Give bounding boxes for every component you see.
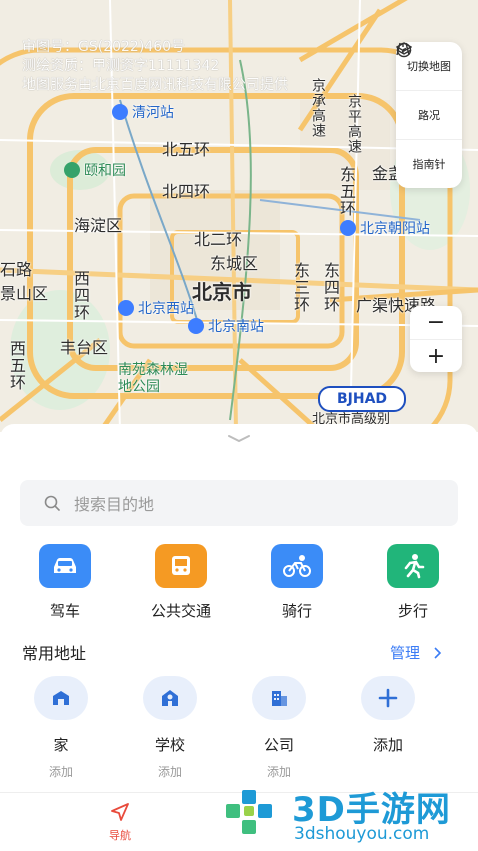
- poi-yiheyuan-label: 颐和园: [84, 163, 126, 179]
- mode-drive-button[interactable]: 驾车: [15, 544, 115, 621]
- map-label-jingping: 京平高速: [346, 94, 362, 154]
- approval-line-2: 测绘资质：甲测资字11111342: [22, 58, 220, 74]
- poi-qinghe-label: 清河站: [132, 105, 174, 121]
- map-view[interactable]: 审图号：GS(2022)460号 测绘资质：甲测资字11111342 地图服务由…: [0, 0, 478, 432]
- zoom-control: − +: [410, 306, 462, 372]
- map-label-haidian: 海淀区: [74, 216, 123, 235]
- mode-bike-label: 骑行: [281, 602, 312, 620]
- school-icon: [143, 676, 197, 720]
- map-label-north5: 北五环: [162, 140, 211, 159]
- poi-chaoyang-label: 北京朝阳站: [360, 221, 430, 237]
- mode-walk-label: 步行: [397, 602, 428, 620]
- map-label-shi-road: 石路: [0, 260, 33, 279]
- home-icon: [34, 676, 88, 720]
- compass-label: 指南针: [412, 158, 446, 171]
- plus-icon: [361, 676, 415, 720]
- poi-nanzhan[interactable]: 北京南站: [188, 316, 264, 336]
- map-label-north2: 北二环: [194, 230, 243, 249]
- compass-button[interactable]: 指南针: [396, 42, 462, 188]
- watermark-url: 3dshouyou.com: [294, 824, 430, 844]
- station-icon: [340, 220, 356, 236]
- map-label-dongcheng: 东城区: [210, 254, 259, 273]
- poi-yiheyuan[interactable]: 颐和园: [64, 160, 126, 180]
- favorites-manage-label: 管理: [390, 644, 421, 662]
- favorite-home-label: 家: [53, 736, 69, 754]
- mode-transit-button[interactable]: 公共交通: [131, 544, 231, 621]
- search-box[interactable]: 搜索目的地: [20, 480, 458, 526]
- mode-bike-button[interactable]: 骑行: [247, 544, 347, 621]
- favorites-title: 常用地址: [22, 644, 87, 663]
- switch-map-label: 切换地图: [407, 60, 451, 73]
- chevron-down-icon[interactable]: [227, 434, 251, 444]
- navigation-arrow-icon: [111, 803, 129, 821]
- favorite-school-sub: 添加: [157, 765, 182, 779]
- mode-walk-button[interactable]: 步行: [363, 544, 463, 621]
- search-icon: [44, 495, 60, 511]
- map-label-east4: 东四环: [321, 262, 340, 313]
- approval-line-3: 地图服务由北京百度网讯科技有限公司提供: [22, 77, 288, 93]
- map-label-west5: 西五环: [7, 340, 26, 391]
- favorite-school[interactable]: 学校 添加: [115, 676, 225, 780]
- park-icon: [64, 162, 80, 178]
- favorite-office-sub: 添加: [266, 765, 291, 779]
- poi-xizhan-label: 北京西站: [138, 301, 194, 317]
- favorites-list: 家 添加 学校 添加 公司 添加 添加: [0, 676, 478, 779]
- map-label-city: 北京市: [192, 280, 252, 304]
- map-label-fengtai: 丰台区: [60, 338, 109, 357]
- map-label-north4: 北四环: [162, 182, 211, 201]
- favorite-add[interactable]: 添加: [333, 676, 443, 755]
- favorite-home-sub: 添加: [48, 765, 73, 779]
- bike-icon: [271, 544, 323, 588]
- search-input[interactable]: 搜索目的地: [74, 491, 154, 515]
- map-label-east3: 东三环: [291, 262, 310, 313]
- map-approval-text: 审图号：GS(2022)460号 测绘资质：甲测资字11111342 地图服务由…: [22, 38, 288, 95]
- station-icon: [118, 300, 134, 316]
- site-watermark: 3D手游网 3dshouyou.com: [222, 780, 478, 850]
- travel-modes: 驾车 公共交通 骑行 步行: [0, 544, 478, 624]
- poi-nanzhan-label: 北京南站: [208, 319, 264, 335]
- office-icon: [252, 676, 306, 720]
- map-label-east5: 东五环: [337, 166, 356, 217]
- map-label-jingcheng: 京承高速: [310, 78, 326, 138]
- favorites-manage-link[interactable]: 管理: [390, 642, 442, 663]
- map-label-jingshan: 景山区: [0, 284, 49, 303]
- favorite-office-label: 公司: [263, 736, 294, 754]
- station-icon: [188, 318, 204, 334]
- traffic-label: 路况: [418, 109, 440, 122]
- favorite-home[interactable]: 家 添加: [6, 676, 116, 780]
- watermark-logo: [226, 790, 272, 834]
- mode-drive-label: 驾车: [49, 602, 80, 620]
- map-label-west4: 西四环: [71, 270, 90, 321]
- car-icon: [39, 544, 91, 588]
- bus-icon: [155, 544, 207, 588]
- map-label-nanyuan: 南苑森林湿地公园: [118, 362, 188, 395]
- poi-qinghe[interactable]: 清河站: [112, 102, 174, 122]
- walk-icon: [387, 544, 439, 588]
- chevron-right-icon: [434, 646, 442, 659]
- zoom-in-button[interactable]: +: [410, 340, 462, 373]
- station-icon: [112, 104, 128, 120]
- bjhad-badge: BJHAD: [318, 386, 406, 412]
- favorite-add-label: 添加: [372, 736, 403, 754]
- mode-transit-label: 公共交通: [150, 602, 211, 620]
- favorite-office[interactable]: 公司 添加: [224, 676, 334, 780]
- poi-xizhan[interactable]: 北京西站: [118, 298, 194, 318]
- bjhad-logo: BJHAD: [318, 386, 406, 412]
- tab-navigation[interactable]: 导航: [98, 801, 142, 843]
- map-tools-panel: 切换地图 路况 指南针: [396, 42, 462, 188]
- traffic-button[interactable]: 路况: [396, 42, 462, 140]
- poi-chaoyang[interactable]: 北京朝阳站: [340, 218, 430, 238]
- zoom-out-button[interactable]: −: [410, 306, 462, 340]
- approval-line-1: 审图号：GS(2022)460号: [22, 39, 186, 55]
- favorite-school-label: 学校: [154, 736, 185, 754]
- tab-navigation-label: 导航: [109, 829, 131, 842]
